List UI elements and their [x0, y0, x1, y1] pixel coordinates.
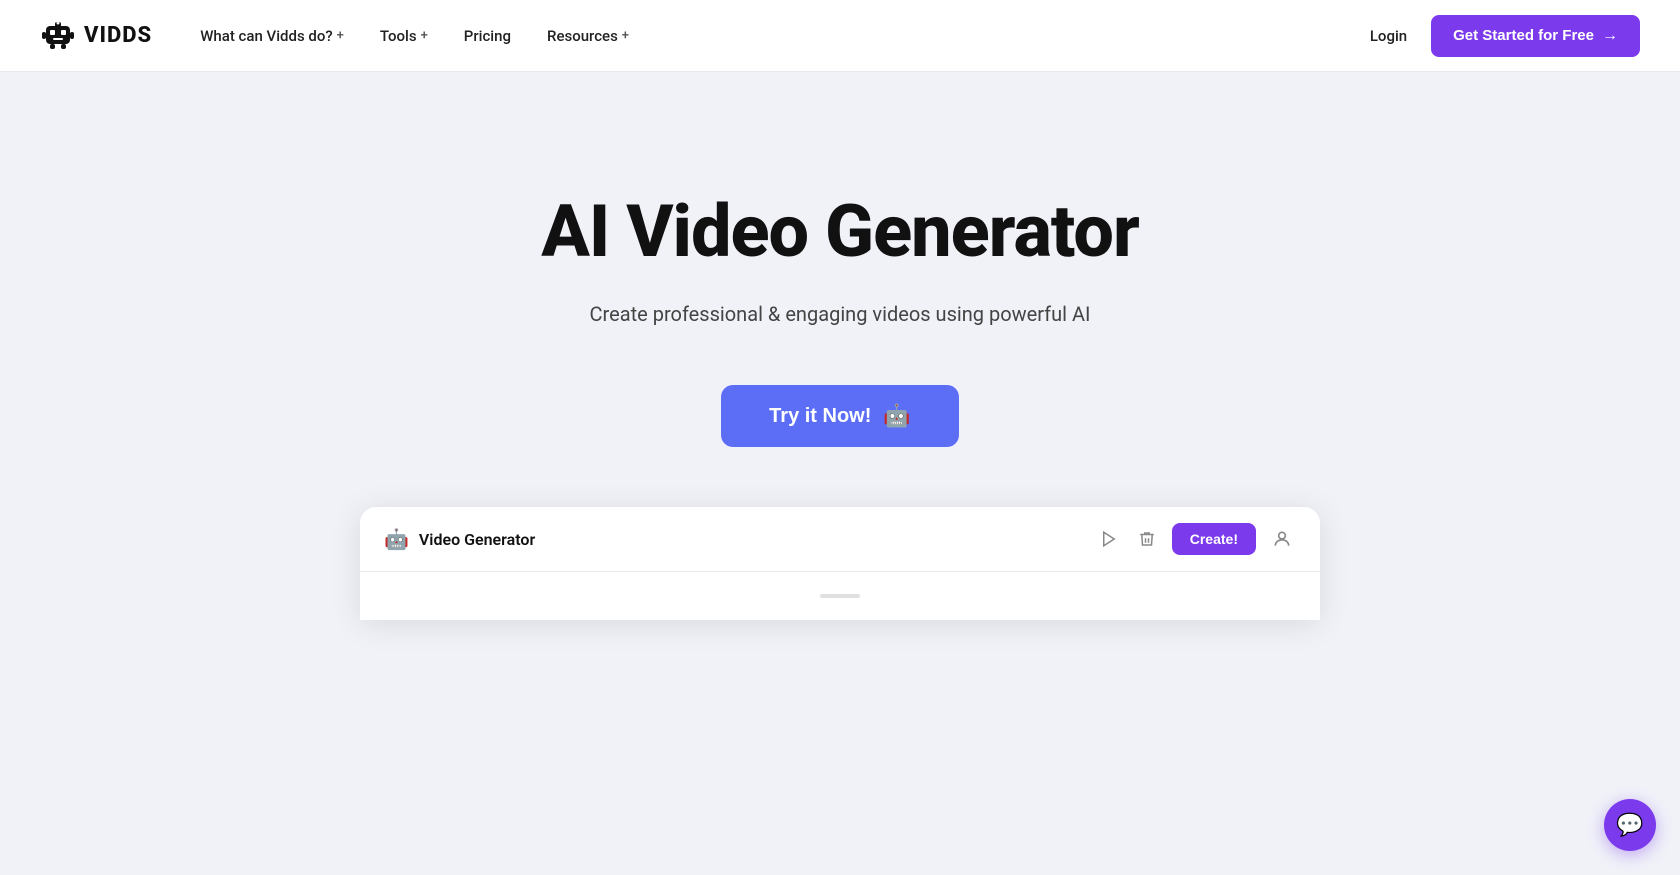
panel-title: Video Generator — [419, 530, 535, 549]
login-button[interactable]: Login — [1370, 27, 1407, 45]
nav-links: What can Vidds do? + Tools + Pricing Res… — [200, 27, 629, 45]
panel-title-area: 🤖 Video Generator — [384, 527, 535, 551]
navbar-left: VIDDS What can Vidds do? + Tools + Prici… — [40, 18, 629, 54]
nav-pricing[interactable]: Pricing — [464, 27, 511, 45]
video-generator-panel: 🤖 Video Generator — [360, 507, 1320, 620]
hero-section: AI Video Generator Create professional &… — [0, 72, 1680, 680]
panel-bottom — [360, 572, 1320, 620]
panel-user-button[interactable] — [1268, 525, 1296, 553]
panel-play-button[interactable] — [1096, 526, 1122, 552]
create-button[interactable]: Create! — [1172, 523, 1256, 555]
plus-icon-3: + — [622, 28, 629, 43]
robot-icon: 🤖 — [883, 403, 910, 429]
hero-subtitle: Create professional & engaging videos us… — [590, 299, 1091, 329]
nav-resources[interactable]: Resources + — [547, 27, 629, 45]
get-started-button[interactable]: Get Started for Free → — [1431, 15, 1640, 57]
panel-robot-icon: 🤖 — [384, 527, 409, 551]
try-now-button[interactable]: Try it Now! 🤖 — [721, 385, 959, 447]
plus-icon-0: + — [337, 28, 344, 43]
panel-header: 🤖 Video Generator — [360, 507, 1320, 572]
logo-text: VIDDS — [84, 23, 152, 48]
nav-what-can-vidds[interactable]: What can Vidds do? + — [200, 27, 344, 45]
user-icon — [1272, 529, 1292, 549]
hero-title: AI Video Generator — [541, 192, 1139, 271]
trash-icon — [1138, 530, 1156, 548]
panel-actions: Create! — [1096, 523, 1296, 555]
nav-tools[interactable]: Tools + — [380, 27, 428, 45]
plus-icon-1: + — [421, 28, 428, 43]
arrow-icon: → — [1602, 27, 1618, 45]
panel-delete-button[interactable] — [1134, 526, 1160, 552]
play-icon — [1100, 530, 1118, 548]
navbar: VIDDS What can Vidds do? + Tools + Prici… — [0, 0, 1680, 72]
panel-scroll-indicator — [820, 594, 860, 598]
vidds-logo-icon — [40, 18, 76, 54]
chat-bubble-icon: 💬 — [1616, 813, 1643, 838]
chat-widget[interactable]: 💬 — [1604, 799, 1656, 851]
navbar-right: Login Get Started for Free → — [1370, 15, 1640, 57]
logo[interactable]: VIDDS — [40, 18, 152, 54]
